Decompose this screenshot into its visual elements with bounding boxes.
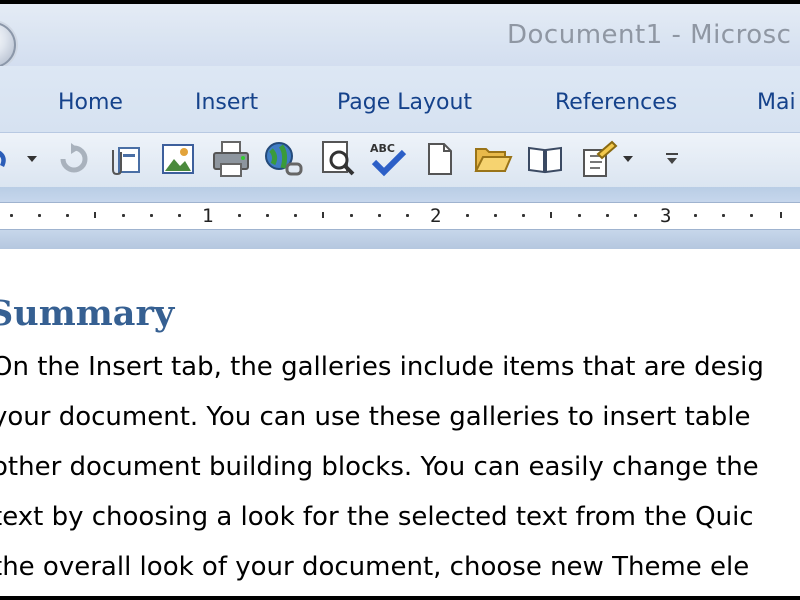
window-title: Document1 - Microsc: [507, 20, 792, 50]
ruler-number: 3: [660, 205, 672, 227]
new-document-button[interactable]: [420, 139, 460, 179]
magnifier-icon: [322, 141, 355, 176]
svg-text:ABC: ABC: [370, 142, 395, 155]
print-button[interactable]: [211, 139, 251, 179]
tab-page-layout[interactable]: Page Layout: [337, 90, 472, 115]
customize-arrow-icon: [666, 153, 678, 164]
word-window: Document1 - Microsc Home Insert Page Lay…: [0, 4, 800, 596]
ruler-number: 1: [202, 205, 214, 227]
attach-icon: [112, 147, 140, 176]
ruler-area: 1 2 3: [0, 187, 800, 249]
body-line: the overall look of your document, choos…: [0, 552, 750, 582]
folder-open-icon: [474, 148, 513, 172]
spelling-button[interactable]: ABC: [368, 139, 408, 179]
tab-mailings[interactable]: Mai: [757, 90, 796, 115]
attach-file-button[interactable]: [104, 139, 144, 179]
title-bar: Document1 - Microsc: [0, 4, 800, 68]
format-painter-button[interactable]: [580, 139, 620, 179]
customize-toolbar-button[interactable]: [652, 139, 692, 179]
office-button[interactable]: [0, 22, 16, 68]
print-preview-button[interactable]: [318, 139, 358, 179]
read-mode-button[interactable]: [525, 139, 565, 179]
format-dropdown[interactable]: [618, 139, 638, 179]
dropdown-arrow-icon: [623, 156, 633, 162]
horizontal-ruler[interactable]: 1 2 3: [0, 202, 800, 230]
ruler-number: 2: [430, 205, 442, 227]
redo-icon: [60, 143, 88, 173]
tab-home[interactable]: Home: [58, 90, 123, 115]
spellcheck-icon: ABC: [370, 142, 407, 177]
highlighter-icon: [583, 140, 618, 177]
book-icon: [528, 146, 562, 174]
body-line: other document building blocks. You can …: [0, 452, 759, 482]
body-line: On the Insert tab, the galleries include…: [0, 352, 764, 382]
insert-picture-button[interactable]: [158, 139, 198, 179]
body-line: your document. You can use these galleri…: [0, 402, 751, 432]
dropdown-arrow-icon: [27, 156, 37, 162]
tab-references[interactable]: References: [555, 90, 677, 115]
undo-dropdown[interactable]: [22, 139, 42, 179]
undo-icon: [0, 150, 6, 167]
globe-icon: [265, 142, 303, 176]
new-document-icon: [428, 143, 452, 175]
tab-insert[interactable]: Insert: [195, 90, 258, 115]
redo-button[interactable]: [54, 139, 94, 179]
picture-icon: [162, 144, 194, 174]
printer-icon: [213, 141, 249, 177]
body-line: text by choosing a look for the selected…: [0, 502, 754, 532]
quick-access-toolbar: ABC: [0, 132, 800, 188]
document-page[interactable]: Summary On the Insert tab, the galleries…: [0, 249, 800, 596]
web-page-button[interactable]: [263, 139, 303, 179]
ribbon-tabs: Home Insert Page Layout References Mai: [0, 66, 800, 132]
undo-button[interactable]: [0, 139, 20, 179]
document-heading: Summary: [0, 293, 175, 334]
open-button[interactable]: [473, 139, 513, 179]
